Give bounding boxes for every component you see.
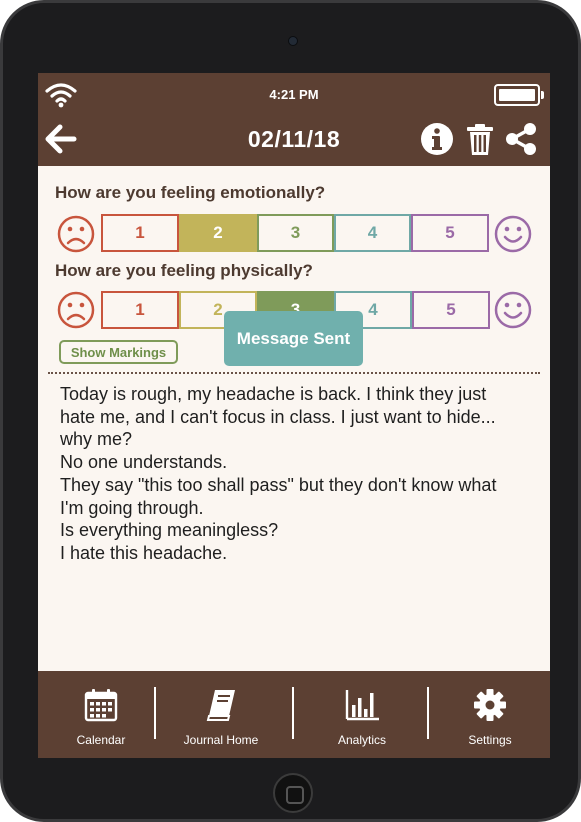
gear-icon — [474, 689, 506, 721]
book-icon — [206, 690, 235, 721]
message-sent-toast: Message Sent — [224, 311, 363, 366]
front-camera — [288, 36, 298, 46]
journal-line: Today is rough, my headache is back. I t… — [60, 384, 487, 404]
journal-line: hate me, and I can't focus in class. I j… — [60, 406, 496, 427]
tab-label: Calendar — [76, 733, 126, 747]
physical-scale-1[interactable]: 1 — [101, 291, 179, 329]
physical-scale-5[interactable]: 5 — [412, 291, 490, 329]
happy-face-icon — [494, 291, 532, 329]
show-markings-button[interactable]: Show Markings — [59, 340, 178, 364]
emotional-scale-3[interactable]: 3 — [257, 214, 334, 252]
tab-label: Analytics — [337, 733, 387, 747]
journal-line: They say "this too shall pass" but they … — [60, 474, 497, 495]
app-screen: 4:21 PM 02/11/18 How are you feeling emo… — [38, 73, 550, 758]
emotional-question: How are you feeling emotionally? — [55, 183, 326, 202]
tab-settings[interactable]: Settings — [450, 672, 530, 758]
tab-calendar[interactable]: Calendar — [60, 672, 142, 758]
tab-journal-home[interactable]: Journal Home — [171, 672, 271, 758]
journal-line: I'm going through. — [60, 497, 204, 518]
status-bar: 4:21 PM — [38, 73, 550, 113]
trash-icon[interactable] — [462, 121, 498, 157]
sad-face-icon — [57, 215, 95, 253]
journal-line: No one understands. — [60, 452, 228, 473]
home-button[interactable] — [273, 773, 313, 813]
bar-chart-icon — [345, 690, 379, 721]
share-icon[interactable] — [503, 121, 539, 157]
journal-entry-content: How are you feeling emotionally? 1 2 3 4… — [38, 166, 550, 671]
tab-label: Settings — [468, 733, 512, 747]
tablet-frame: 4:21 PM 02/11/18 How are you feeling emo… — [0, 0, 581, 822]
journal-line: why me? — [60, 429, 133, 450]
bottom-tab-bar: Calendar Journal Home Analytics Settings — [38, 672, 550, 758]
battery-icon — [494, 84, 544, 106]
header: 02/11/18 — [38, 113, 550, 165]
tab-separator — [292, 687, 294, 739]
status-time: 4:21 PM — [269, 87, 319, 102]
emotional-scale-4[interactable]: 4 — [334, 214, 411, 252]
journal-line: Is everything meaningless? — [60, 520, 279, 541]
journal-line: I hate this headache. — [60, 542, 228, 563]
emotional-scale-1[interactable]: 1 — [101, 214, 179, 252]
info-icon[interactable] — [419, 121, 455, 157]
calendar-icon — [84, 689, 118, 722]
happy-face-icon — [494, 215, 532, 253]
tab-separator — [427, 687, 429, 739]
journal-entry-text[interactable]: Today is rough, my headache is back. I t… — [60, 383, 548, 565]
tab-label: Journal Home — [183, 733, 259, 747]
emotional-scale-2[interactable]: 2 — [179, 214, 257, 252]
tab-analytics[interactable]: Analytics — [321, 672, 403, 758]
sad-face-icon — [57, 291, 95, 329]
tab-separator — [154, 687, 156, 739]
physical-question: How are you feeling physically? — [55, 261, 313, 280]
dotted-divider — [48, 372, 540, 374]
emotional-scale-5[interactable]: 5 — [411, 214, 489, 252]
